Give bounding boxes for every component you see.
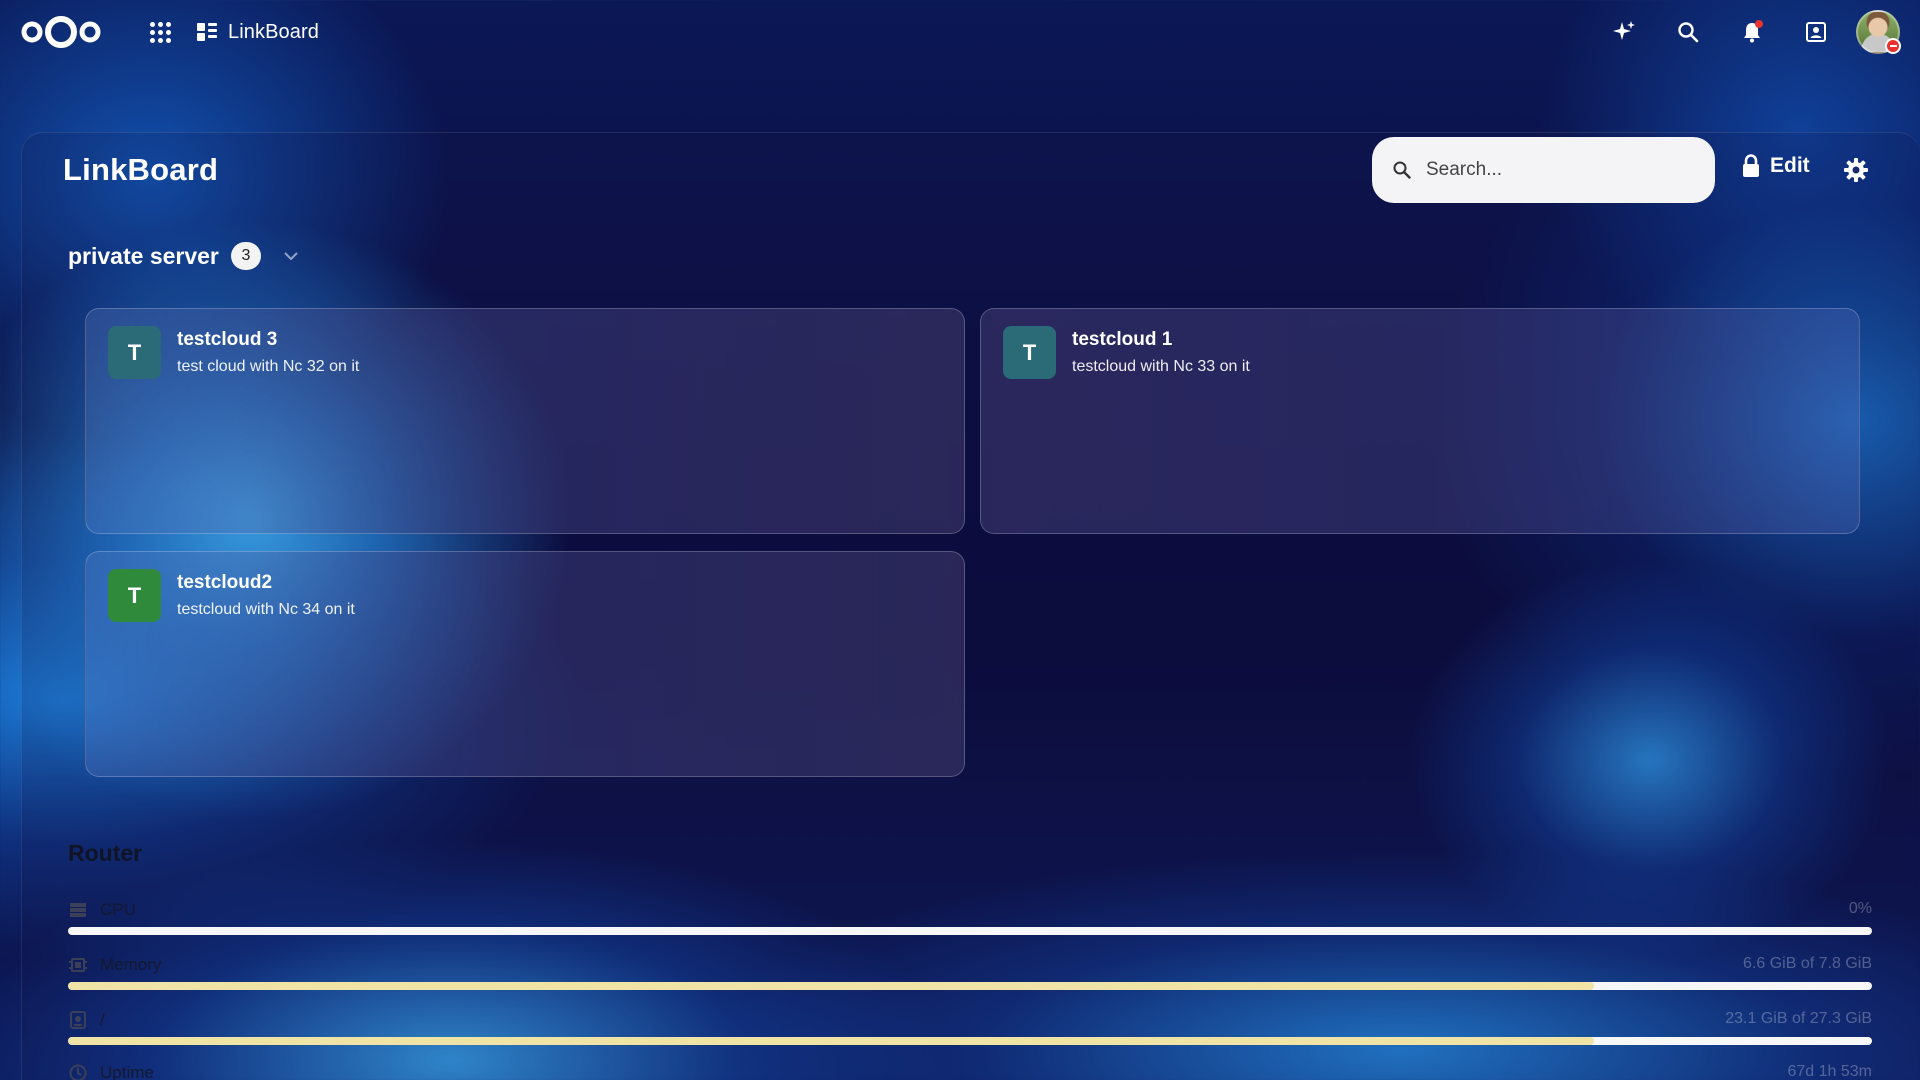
gear-icon[interactable]: [1842, 156, 1870, 184]
group-count-badge: 3: [230, 242, 261, 270]
chevron-down-icon[interactable]: [277, 242, 305, 270]
progress-bar: [68, 982, 1872, 990]
progress-fill: [68, 982, 1595, 990]
progress-bar: [68, 1037, 1872, 1045]
app-name: LinkBoard: [228, 20, 319, 43]
metric-label: /: [100, 1010, 105, 1029]
page-title: LinkBoard: [63, 152, 219, 187]
user-avatar[interactable]: [1856, 10, 1901, 54]
metric-label: Memory: [100, 955, 162, 974]
metric-value: 23.1 GiB of 27.3 GiB: [1725, 1010, 1872, 1027]
card-letter-avatar: T: [1003, 326, 1056, 379]
link-card-testcloud-1[interactable]: T testcloud 1 testcloud with Nc 33 on it: [980, 308, 1860, 534]
edit-button[interactable]: Edit: [1742, 154, 1810, 178]
progress-bar: [68, 927, 1872, 935]
link-card-testcloud2[interactable]: T testcloud2 testcloud with Nc 34 on it: [85, 551, 965, 777]
dnd-status-icon: [1885, 38, 1901, 54]
router-section-title: Router: [68, 840, 143, 866]
progress-fill: [68, 1037, 1595, 1045]
card-letter-avatar: T: [108, 569, 161, 622]
search-icon: [1393, 161, 1411, 179]
assistant-sparkle-icon[interactable]: [1592, 0, 1656, 64]
metric-label: CPU: [100, 900, 136, 919]
search-input[interactable]: [1426, 159, 1686, 181]
metric-value: 6.6 GiB of 7.8 GiB: [1743, 955, 1872, 972]
metric-value: 67d 1h 53m: [1787, 1063, 1872, 1080]
card-title: testcloud 1: [1072, 329, 1173, 350]
card-description: testcloud with Nc 34 on it: [177, 601, 355, 618]
card-letter-avatar: T: [108, 326, 161, 379]
lock-icon: [1743, 154, 1759, 177]
card-description: testcloud with Nc 33 on it: [1072, 358, 1250, 375]
disk-icon: [70, 1011, 86, 1029]
card-title: testcloud2: [177, 572, 273, 593]
search-icon[interactable]: [1656, 0, 1720, 64]
app-menu-icon[interactable]: [148, 20, 172, 44]
memory-icon: [69, 958, 87, 972]
nextcloud-logo[interactable]: [20, 14, 102, 50]
group-title: private server: [68, 242, 219, 269]
contacts-icon[interactable]: [1784, 0, 1848, 64]
cpu-icon: [70, 903, 86, 917]
notification-dot: [1755, 20, 1763, 28]
notifications-icon[interactable]: [1720, 0, 1784, 64]
clock-icon: [69, 1064, 87, 1080]
link-card-testcloud-3[interactable]: T testcloud 3 test cloud with Nc 32 on i…: [85, 308, 965, 534]
top-bar: LinkBoard: [0, 0, 1920, 64]
metric-label: Uptime: [100, 1063, 154, 1080]
metric-value: 0%: [1848, 900, 1872, 917]
linkboard-icon: [197, 23, 217, 41]
app-entry-linkboard[interactable]: LinkBoard: [196, 21, 319, 44]
group-header: private server 3: [68, 242, 305, 270]
card-title: testcloud 3: [177, 329, 278, 350]
search-box[interactable]: [1372, 137, 1715, 203]
edit-label: Edit: [1770, 154, 1810, 177]
card-description: test cloud with Nc 32 on it: [177, 358, 360, 375]
